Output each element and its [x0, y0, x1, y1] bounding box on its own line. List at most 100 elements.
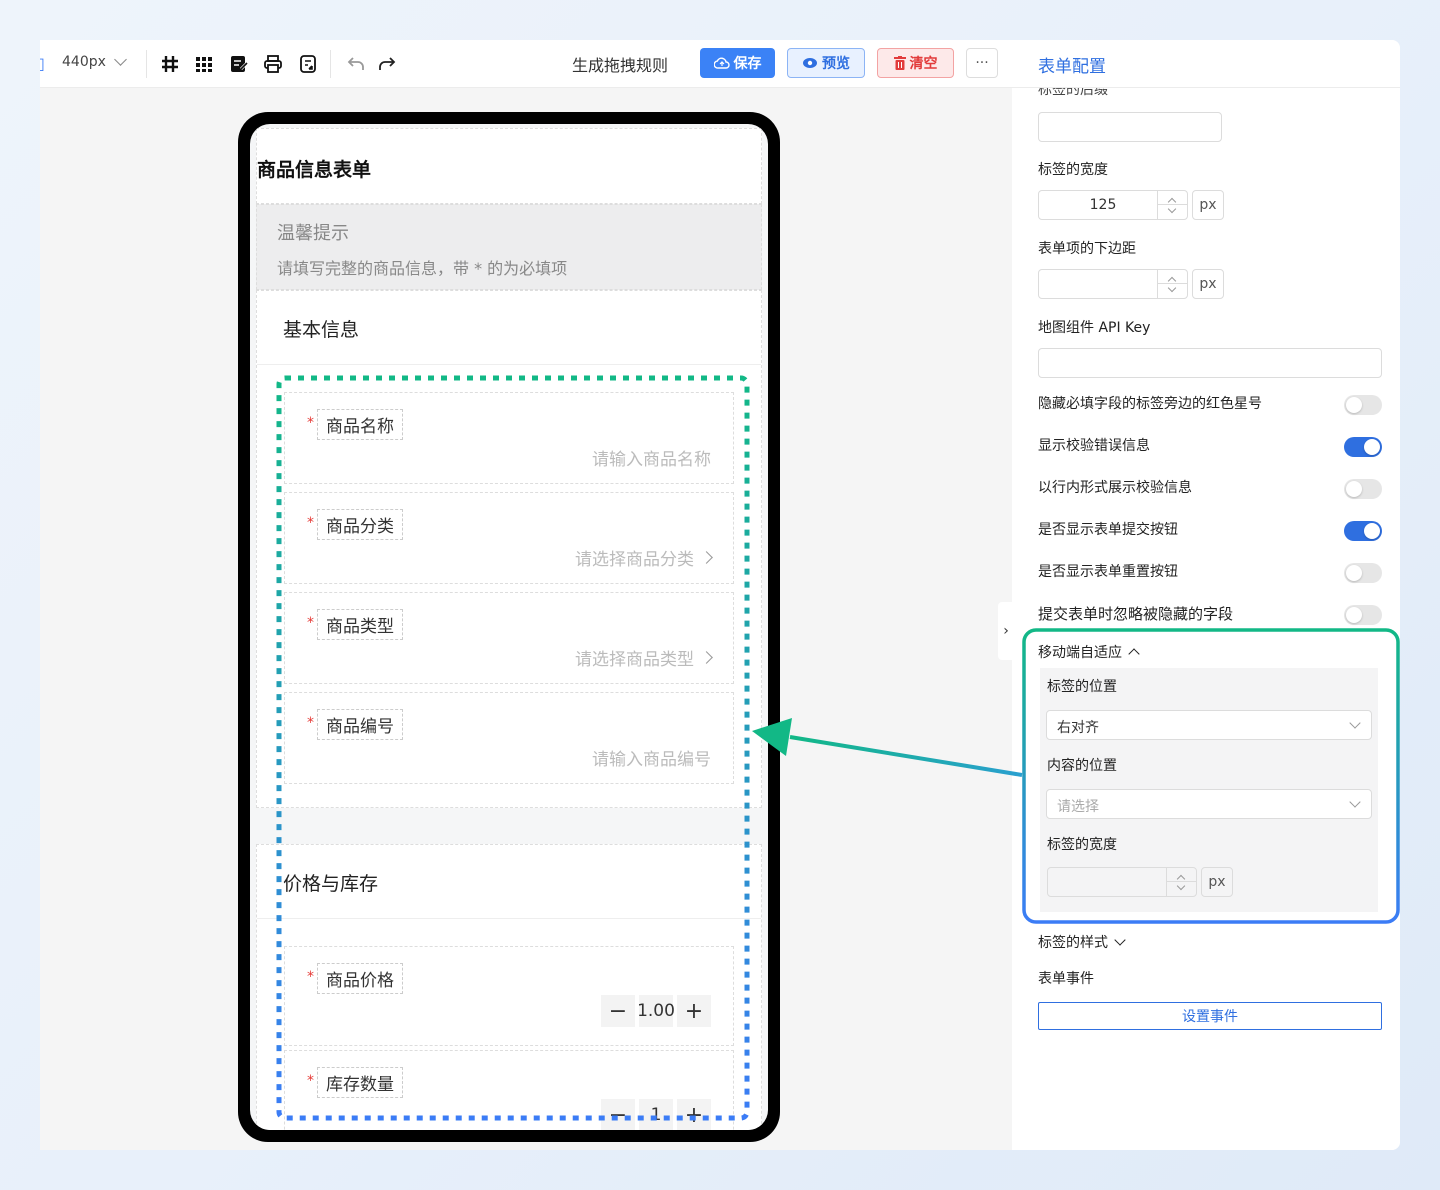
apps-grid-icon[interactable]	[192, 52, 216, 76]
m-content-pos-label: 内容的位置	[1047, 758, 1117, 774]
switch[interactable]	[1344, 395, 1382, 415]
edit-note-icon[interactable]	[227, 52, 251, 76]
price-stepper[interactable]: − 1.00 +	[601, 995, 711, 1027]
toggle-inline-errors: 以行内形式展示校验信息	[1038, 477, 1382, 499]
field-label: 商品编号	[317, 709, 403, 740]
field-product-name[interactable]: * 商品名称 请输入商品名称	[284, 392, 734, 484]
switch[interactable]	[1344, 521, 1382, 541]
field-category[interactable]: * 商品分类 请选择商品分类	[284, 492, 734, 584]
clear-button[interactable]: 清空	[877, 48, 954, 78]
required-mark: *	[307, 415, 314, 431]
preview-label: 预览	[822, 56, 850, 72]
unit-px: px	[1192, 190, 1224, 220]
grid-hash-icon[interactable]	[158, 52, 182, 76]
m-label-pos-label: 标签的位置	[1047, 679, 1117, 695]
m-label-pos-select[interactable]: 右对齐	[1046, 710, 1372, 740]
label-suffix-label: 标签的后缀	[1038, 88, 1108, 96]
export-file-icon[interactable]	[296, 52, 320, 76]
m-label-width-input[interactable]	[1047, 867, 1197, 897]
switch[interactable]	[1344, 479, 1382, 499]
field-code[interactable]: * 商品编号 请输入商品编号	[284, 692, 734, 784]
field-placeholder: 请选择商品分类	[575, 545, 713, 570]
toggle-show-errors: 显示校验错误信息	[1038, 435, 1382, 457]
undo-icon[interactable]	[344, 52, 368, 76]
field-price[interactable]: * 商品价格 − 1.00 +	[284, 946, 734, 1046]
label-width-value: 125	[1089, 197, 1117, 213]
minus-button[interactable]: −	[601, 1099, 635, 1130]
plus-button[interactable]: +	[677, 995, 711, 1027]
switch[interactable]	[1344, 563, 1382, 583]
width-value: 440px	[62, 54, 106, 70]
mobile-adaptive-panel: 标签的位置 右对齐 内容的位置 请选择 标签的宽度 px	[1040, 668, 1378, 912]
device-icon[interactable]: ▯	[40, 54, 45, 73]
redo-icon[interactable]	[375, 52, 399, 76]
label-width-input[interactable]: 125	[1038, 190, 1188, 220]
label-width-label: 标签的宽度	[1038, 162, 1108, 178]
field-stock[interactable]: * 库存数量 − 1 +	[284, 1050, 734, 1130]
save-label: 保存	[733, 56, 762, 72]
label-style-label: 标签的样式	[1038, 935, 1108, 951]
chevron-right-icon	[700, 651, 713, 664]
minus-button[interactable]: −	[601, 995, 635, 1027]
toolbar: ▯ 440px 生成拖拽规则 保存 预览 清空 ···	[40, 40, 1012, 88]
switch[interactable]	[1344, 437, 1382, 457]
map-key-input[interactable]	[1038, 348, 1382, 378]
field-label: 商品价格	[317, 963, 403, 994]
required-mark: *	[307, 615, 314, 631]
toggle-hide-asterisk: 隐藏必填字段的标签旁边的红色星号	[1038, 393, 1382, 415]
tip-box[interactable]: 温馨提示 请填写完整的商品信息，带 * 的为必填项	[256, 204, 762, 290]
number-stepper[interactable]	[1157, 270, 1188, 298]
tip-text: 请填写完整的商品信息，带 * 的为必填项	[277, 259, 568, 278]
number-stepper[interactable]	[1166, 868, 1197, 896]
width-select[interactable]: 440px	[62, 53, 127, 70]
field-label: 商品类型	[317, 609, 403, 640]
label-style-toggle[interactable]: 标签的样式	[1038, 932, 1126, 952]
generate-rules-link[interactable]: 生成拖拽规则	[572, 52, 668, 76]
toggle-label: 隐藏必填字段的标签旁边的红色星号	[1038, 396, 1262, 412]
cloud-upload-icon	[713, 57, 730, 69]
label-suffix-input[interactable]	[1038, 112, 1222, 142]
mobile-adaptive-title: 移动端自适应	[1038, 645, 1122, 661]
item-margin-input[interactable]	[1038, 269, 1188, 299]
mobile-adaptive-toggle[interactable]: 移动端自适应	[1038, 642, 1140, 662]
form-title[interactable]: 商品信息表单	[256, 128, 762, 204]
map-key-label: 地图组件 API Key	[1038, 320, 1151, 336]
stock-stepper[interactable]: − 1 +	[601, 1099, 711, 1130]
chevron-down-icon	[114, 53, 127, 66]
plus-button[interactable]: +	[677, 1099, 711, 1130]
m-content-pos-select[interactable]: 请选择	[1046, 789, 1372, 819]
panel-title[interactable]: 表单配置	[1038, 52, 1106, 77]
config-panel: 表单配置 标签的后缀 标签的宽度 125 px 表单项的下边距 px 地图组件 …	[1012, 40, 1400, 1150]
divider	[146, 50, 147, 78]
preview-button[interactable]: 预览	[787, 48, 865, 78]
toggle-ignore-hidden: 提交表单时忽略被隐藏的字段	[1038, 603, 1382, 625]
toggle-label: 以行内形式展示校验信息	[1038, 480, 1192, 496]
chevron-down-icon	[1349, 796, 1361, 808]
form-events-label: 表单事件	[1038, 971, 1094, 987]
editor-window: ▯ 440px 生成拖拽规则 保存 预览 清空 ··· › 表单配置 标签的后缀…	[40, 40, 1400, 1150]
phone-frame: 商品信息表单 温馨提示 请填写完整的商品信息，带 * 的为必填项 基本信息 * …	[238, 112, 780, 1142]
field-placeholder: 请输入商品编号	[592, 750, 711, 770]
required-mark: *	[307, 969, 314, 985]
tip-title: 温馨提示	[277, 223, 349, 244]
trash-icon	[893, 56, 906, 70]
m-label-width-label: 标签的宽度	[1047, 837, 1117, 853]
set-events-button[interactable]: 设置事件	[1038, 1002, 1382, 1030]
chevron-down-icon	[1349, 717, 1361, 729]
divider	[330, 50, 331, 78]
save-button[interactable]: 保存	[700, 48, 775, 78]
section-basic-title: 基本信息	[257, 291, 761, 365]
switch[interactable]	[1344, 605, 1382, 625]
clear-label: 清空	[909, 56, 938, 72]
more-button[interactable]: ···	[966, 48, 998, 78]
field-label: 商品名称	[317, 409, 403, 440]
price-value[interactable]: 1.00	[637, 995, 675, 1027]
field-type[interactable]: * 商品类型 请选择商品类型	[284, 592, 734, 684]
section-price-title: 价格与库存	[257, 845, 761, 919]
toggle-reset-button: 是否显示表单重置按钮	[1038, 561, 1382, 583]
print-icon[interactable]	[261, 52, 285, 76]
required-mark: *	[307, 1073, 314, 1089]
stock-value[interactable]: 1	[639, 1099, 673, 1130]
number-stepper[interactable]	[1157, 191, 1188, 219]
toggle-label: 提交表单时忽略被隐藏的字段	[1038, 605, 1234, 623]
